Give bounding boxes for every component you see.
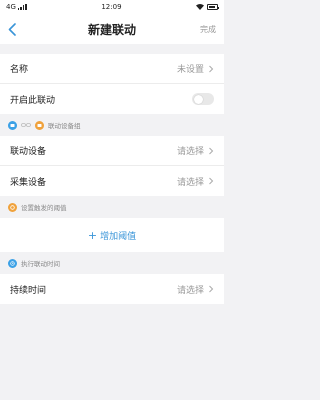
duration-label: 持续时间 bbox=[10, 285, 47, 296]
section-devices-title: 联动设备组 bbox=[48, 122, 81, 130]
section-threshold-header: 设置触发的阈值 bbox=[0, 196, 224, 218]
nav-bar: 新建联动 完成 bbox=[0, 14, 224, 44]
section-time-header: 执行联动时间 bbox=[0, 252, 224, 274]
network-label: 4G bbox=[6, 3, 16, 11]
collect-device-row[interactable]: 采集设备 请选择 bbox=[0, 166, 224, 196]
signal-icon bbox=[17, 4, 27, 10]
done-button[interactable]: 完成 bbox=[200, 24, 216, 35]
name-value: 未设置 bbox=[176, 65, 204, 75]
collect-device-value: 请选择 bbox=[176, 177, 204, 188]
duration-value-group: 请选择 bbox=[177, 283, 214, 296]
chevron-right-icon bbox=[209, 285, 214, 293]
section-devices-header: 联动设备组 bbox=[0, 114, 224, 136]
plus-icon: + bbox=[87, 228, 98, 242]
enable-row: 开启此联动 bbox=[0, 84, 224, 114]
linked-device-value-group: 请选择 bbox=[177, 144, 214, 157]
status-left: 4G bbox=[6, 3, 27, 11]
add-threshold-label: 增加阈值 bbox=[100, 231, 137, 242]
status-bar: 4G 12:09 bbox=[0, 0, 224, 14]
duration-value: 请选择 bbox=[176, 285, 204, 296]
linked-device-row[interactable]: 联动设备 请选择 bbox=[0, 136, 224, 166]
linked-device-label: 联动设备 bbox=[10, 147, 47, 157]
name-row[interactable]: 名称 未设置 bbox=[0, 54, 224, 84]
enable-label: 开启此联动 bbox=[10, 95, 56, 106]
name-value-group: 未设置 bbox=[177, 62, 214, 75]
collect-device-label: 采集设备 bbox=[10, 177, 47, 188]
chevron-right-icon bbox=[209, 147, 214, 154]
device-group-icon-2 bbox=[35, 120, 44, 130]
duration-row[interactable]: 持续时间 请选择 bbox=[0, 274, 224, 304]
threshold-icon bbox=[8, 202, 17, 212]
link-icon bbox=[21, 123, 31, 127]
battery-icon bbox=[206, 4, 220, 10]
linked-device-value: 请选择 bbox=[176, 147, 204, 157]
wifi-icon bbox=[195, 4, 204, 10]
add-threshold-button[interactable]: + 增加阈值 bbox=[0, 218, 224, 252]
section-time-title: 执行联动时间 bbox=[21, 260, 60, 268]
clock-icon bbox=[8, 258, 17, 268]
back-icon[interactable] bbox=[8, 22, 22, 36]
chevron-right-icon bbox=[209, 177, 214, 185]
chevron-right-icon bbox=[209, 65, 214, 72]
collect-device-value-group: 请选择 bbox=[177, 175, 214, 188]
section-threshold-title: 设置触发的阈值 bbox=[21, 204, 67, 212]
device-group-icon bbox=[8, 120, 17, 130]
status-right bbox=[195, 4, 220, 10]
status-time: 12:09 bbox=[101, 3, 122, 11]
page-title: 新建联动 bbox=[87, 22, 136, 37]
toggle-knob bbox=[193, 94, 203, 104]
name-label: 名称 bbox=[10, 65, 29, 75]
enable-toggle[interactable] bbox=[192, 93, 214, 105]
